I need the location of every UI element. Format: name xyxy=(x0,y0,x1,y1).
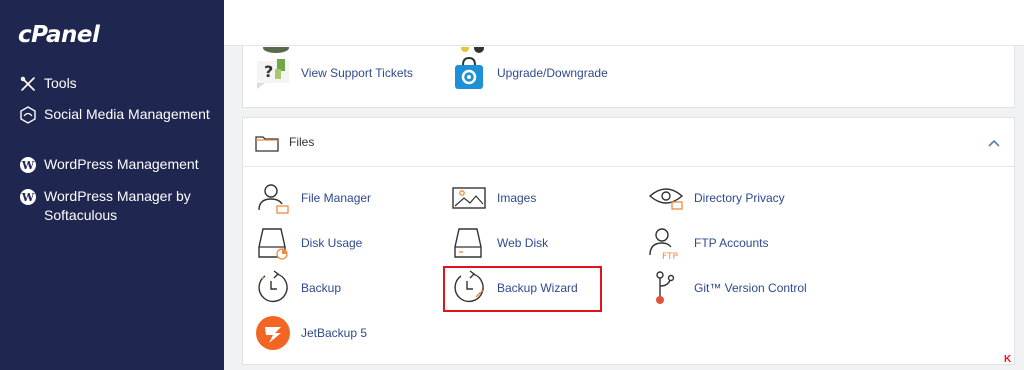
disk-usage-link[interactable]: Disk Usage xyxy=(255,225,362,261)
web-disk-link[interactable]: Web Disk xyxy=(451,225,548,261)
svg-text:?: ? xyxy=(264,62,273,81)
svg-text:W: W xyxy=(21,159,35,172)
view-support-tickets-link[interactable]: ? View Support Tickets xyxy=(255,55,413,91)
git-icon xyxy=(648,270,684,306)
file-manager-icon xyxy=(255,180,291,216)
sidebar-item-wordpress-management[interactable]: W WordPress Management xyxy=(18,155,214,174)
files-panel: Files File Manager Images Directory Priv… xyxy=(242,117,1015,365)
directory-privacy-icon xyxy=(648,180,684,216)
web-disk-icon xyxy=(451,225,487,261)
jetbackup-icon xyxy=(255,315,291,351)
panel-title: Files xyxy=(289,135,315,149)
ftp-accounts-link[interactable]: FTP FTP Accounts xyxy=(648,225,768,261)
support-tickets-icon: ? xyxy=(255,55,291,91)
backup-link[interactable]: Backup xyxy=(255,270,341,306)
corner-mark: K xyxy=(1004,354,1012,365)
sidebar-item-label: Tools xyxy=(44,75,77,91)
sidebar-item-tools[interactable]: Tools xyxy=(18,74,214,93)
chevron-up-icon[interactable] xyxy=(986,135,1002,151)
sidebar-item-label: WordPress Manager by Softaculous xyxy=(44,188,191,223)
item-label: Backup xyxy=(301,281,342,295)
highlight-box xyxy=(443,266,602,312)
svg-text:FTP: FTP xyxy=(662,252,679,261)
disk-usage-icon xyxy=(255,225,291,261)
upgrade-downgrade-icon xyxy=(451,55,487,91)
cpanel-logo[interactable]: cPanel xyxy=(18,22,100,48)
git-version-control-link[interactable]: Git™ Version Control xyxy=(648,270,807,306)
upgrade-downgrade-link[interactable]: Upgrade/Downgrade xyxy=(451,55,608,91)
sidebar-item-label: Social Media Management xyxy=(44,106,210,122)
top-bar xyxy=(224,0,1024,46)
item-label: View Support Tickets xyxy=(301,66,413,80)
item-label: Directory Privacy xyxy=(694,191,785,205)
images-icon xyxy=(451,180,487,216)
wordpress-icon: W xyxy=(18,187,38,206)
svg-text:W: W xyxy=(21,191,35,204)
jetbackup-link[interactable]: JetBackup 5 xyxy=(255,315,367,351)
files-panel-header[interactable]: Files xyxy=(243,118,1014,167)
item-label: Web Disk xyxy=(497,236,549,250)
sidebar-item-label: WordPress Management xyxy=(44,156,199,172)
sidebar-item-social-media[interactable]: Social Media Management xyxy=(18,105,214,124)
item-label: FTP Accounts xyxy=(694,236,769,250)
tools-icon xyxy=(18,74,38,93)
images-link[interactable]: Images xyxy=(451,180,536,216)
folder-icon xyxy=(255,134,279,157)
backup-icon xyxy=(255,270,291,306)
item-label: Upgrade/Downgrade xyxy=(497,66,608,80)
item-label: Disk Usage xyxy=(301,236,363,250)
ftp-accounts-icon: FTP xyxy=(648,225,684,261)
item-label: File Manager xyxy=(301,191,372,205)
sidebar-item-wordpress-manager[interactable]: W WordPress Manager by Softaculous xyxy=(18,187,214,225)
item-label: Git™ Version Control xyxy=(694,281,807,295)
sidebar: cPanel Tools Social Media Management W W… xyxy=(0,0,224,370)
item-label: JetBackup 5 xyxy=(301,326,368,340)
item-label: Images xyxy=(497,191,537,205)
wordpress-icon: W xyxy=(18,155,38,174)
directory-privacy-link[interactable]: Directory Privacy xyxy=(648,180,785,216)
support-panel: ? View Support Tickets Upgrade/Downgrade xyxy=(242,43,1015,108)
file-manager-link[interactable]: File Manager xyxy=(255,180,371,216)
social-media-icon xyxy=(18,105,38,124)
